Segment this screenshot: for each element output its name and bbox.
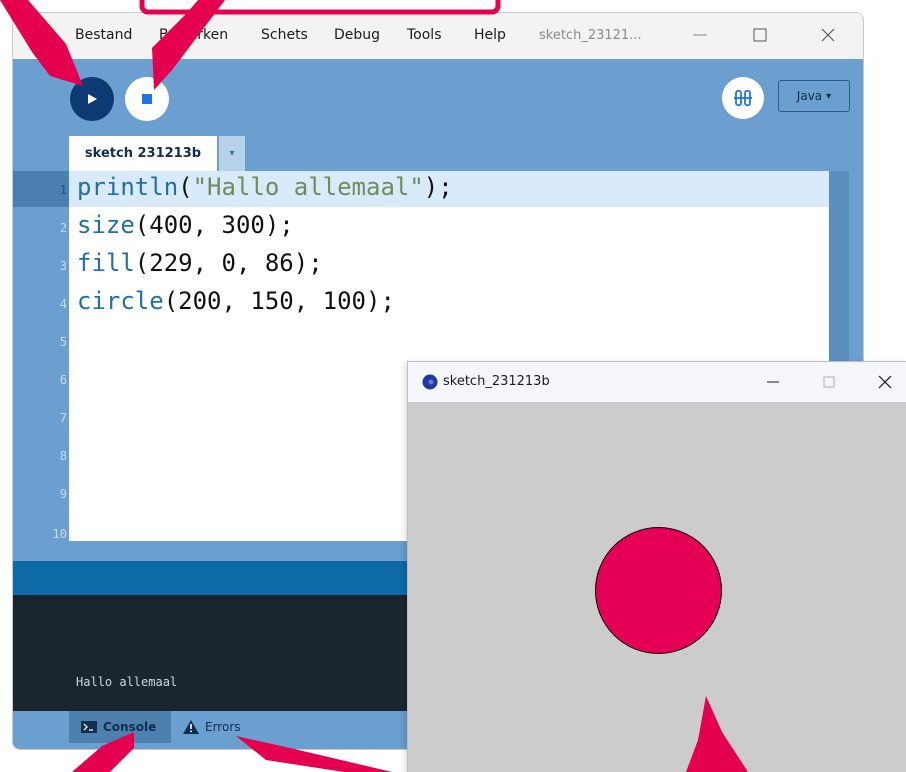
line-number: 1: [59, 183, 67, 197]
console-tab-label: Console: [103, 720, 157, 734]
minimize-icon[interactable]: [685, 23, 715, 47]
play-icon: [88, 94, 97, 104]
close-icon[interactable]: [813, 23, 843, 47]
code-line: size(400, 300);: [77, 211, 294, 239]
menu-debug[interactable]: Debug: [334, 27, 380, 43]
annotation-frame: [139, 0, 501, 15]
tab-sketch[interactable]: sketch 231213b: [69, 136, 217, 171]
sketch-canvas: [408, 402, 906, 772]
maximize-icon[interactable]: [745, 23, 775, 47]
sketch-title-bar: sketch_231213b: [408, 362, 906, 402]
line-number: 9: [59, 487, 67, 501]
line-gutter: 1 2 3 4 5 6 7 8 9 10: [13, 171, 69, 541]
debug-button[interactable]: [722, 77, 764, 119]
run-button[interactable]: [70, 77, 114, 121]
toolbar: Java ▾: [13, 59, 863, 134]
line-number: 6: [59, 373, 67, 387]
mode-label: Java: [796, 89, 823, 103]
menu-help[interactable]: Help: [474, 27, 506, 43]
menu-schets[interactable]: Schets: [261, 27, 308, 43]
drawn-circle: [595, 527, 722, 654]
stop-icon: [142, 94, 152, 104]
close-icon[interactable]: [870, 370, 900, 394]
tab-bar: sketch 231213b ▾: [13, 134, 863, 171]
minimize-icon[interactable]: [758, 370, 788, 394]
line-number: 8: [59, 449, 67, 463]
maximize-icon[interactable]: [814, 370, 844, 394]
processing-icon: [422, 374, 438, 390]
code-line: println("Hallo allemaal");: [77, 173, 453, 201]
tab-errors[interactable]: Errors: [183, 711, 241, 743]
console-output: Hallo allemaal: [76, 675, 178, 689]
code-line: fill(229, 0, 86);: [77, 249, 323, 277]
line-number: 2: [59, 221, 67, 235]
code-line: circle(200, 150, 100);: [77, 287, 395, 315]
line-number: 3: [59, 259, 67, 273]
menu-bewerken[interactable]: Bewerken: [159, 27, 228, 43]
chevron-down-icon: ▾: [826, 90, 832, 102]
debugger-icon: [734, 89, 752, 107]
stop-button[interactable]: [125, 77, 169, 121]
line-number: 7: [59, 411, 67, 425]
menu-bestand[interactable]: Bestand: [75, 27, 132, 43]
mode-select[interactable]: Java ▾: [778, 80, 850, 112]
line-number: 10: [52, 527, 67, 541]
sketch-window: sketch_231213b: [407, 361, 906, 772]
menu-tools[interactable]: Tools: [407, 27, 442, 43]
sketch-window-title: sketch_231213b: [443, 374, 550, 389]
errors-tab-label: Errors: [205, 720, 241, 734]
tab-console[interactable]: Console: [69, 711, 171, 743]
tab-menu-dropdown[interactable]: ▾: [219, 136, 245, 171]
title-bar: Bestand Bewerken Schets Debug Tools Help…: [13, 13, 863, 59]
line-number: 4: [59, 297, 67, 311]
warning-icon: [183, 720, 199, 734]
terminal-icon: [81, 721, 97, 733]
window-title: sketch_23121...: [539, 28, 642, 43]
line-number: 5: [59, 335, 67, 349]
